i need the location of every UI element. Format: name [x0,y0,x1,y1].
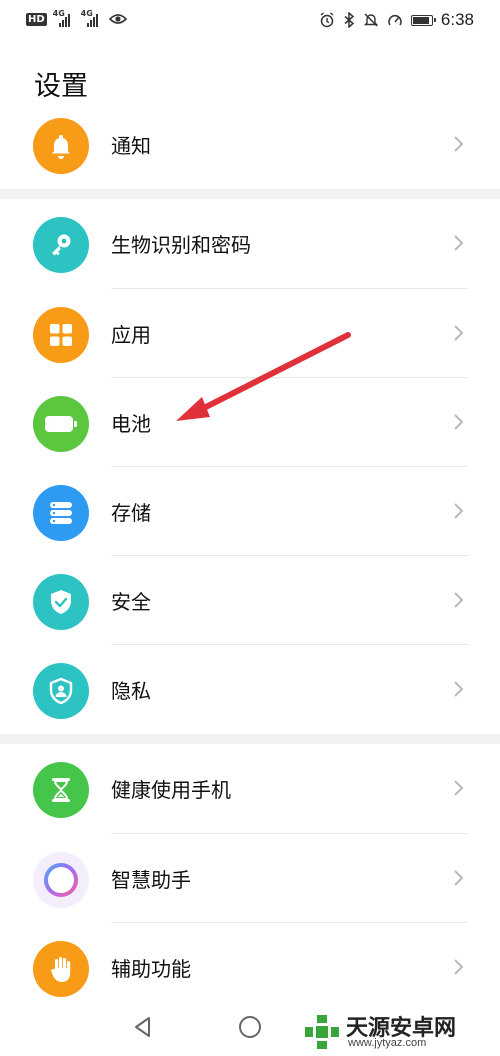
chevron-right-icon [454,870,464,886]
chevron-right-icon [454,414,464,430]
watermark-url: www.jytyaz.com [348,1037,427,1049]
settings-item-label: 存储 [111,501,151,525]
watermark: 天源安卓网 www.jytyaz.com [302,1010,492,1056]
mute-bell-icon [363,13,379,27]
settings-item-label: 通知 [111,134,151,158]
hourglass-icon [33,762,89,818]
section-gap [0,734,500,744]
back-icon[interactable] [128,1012,158,1042]
settings-item-label: 健康使用手机 [111,778,231,802]
chevron-right-icon [454,503,464,519]
settings-item-privacy[interactable]: 隐私 [0,645,500,734]
hand-icon [33,941,89,997]
chevron-right-icon [454,235,464,251]
settings-item-biometrics[interactable]: 生物识别和密码 [0,199,500,288]
status-right: 6:38 [319,10,474,30]
settings-item-notifications[interactable]: 通知 [0,100,500,189]
key-icon [33,217,89,273]
home-icon[interactable] [235,1012,265,1042]
eye-icon [108,14,127,24]
shield-check-icon [33,574,89,630]
battery-status-icon [410,14,436,26]
settings-item-label: 应用 [111,323,151,347]
bell-icon [33,118,89,174]
alarm-icon [320,12,334,28]
settings-item-security[interactable]: 安全 [0,556,500,645]
bluetooth-icon [344,12,355,28]
settings-item-label: 生物识别和密码 [111,233,251,257]
settings-item-smart-assistant[interactable]: 智慧助手 [0,834,500,923]
status-left: HD 4G 4G [26,9,127,27]
signal-icon: 4G [81,9,103,27]
apps-grid-icon [33,307,89,363]
clock: 6:38 [440,10,474,29]
page-title: 设置 [34,71,88,102]
settings-item-label: 智慧助手 [111,868,191,892]
assistant-ring-icon [33,852,89,908]
settings-item-label: 辅助功能 [111,957,191,981]
annotation-arrow [176,332,351,421]
chevron-right-icon [454,959,464,975]
privacy-shield-icon [33,663,89,719]
chevron-right-icon [454,325,464,341]
watermark-logo-icon [305,1015,339,1049]
battery-icon [33,396,89,452]
section-gap [0,189,500,199]
hd-voice-icon: HD [26,12,47,26]
chevron-right-icon [454,592,464,608]
settings-item-digital-balance[interactable]: 健康使用手机 [0,744,500,833]
chevron-right-icon [454,681,464,697]
settings-item-label: 电池 [111,412,151,436]
data-saver-icon [388,15,402,26]
chevron-right-icon [454,136,464,152]
chevron-right-icon [454,780,464,796]
signal-icon: 4G [53,9,75,27]
storage-icon [33,485,89,541]
settings-item-storage[interactable]: 存储 [0,467,500,556]
settings-item-label: 安全 [111,590,151,614]
status-bar: HD 4G 4G 6:38 [0,0,500,40]
settings-item-label: 隐私 [111,679,151,703]
settings-item-accessibility[interactable]: 辅助功能 [0,923,500,1012]
